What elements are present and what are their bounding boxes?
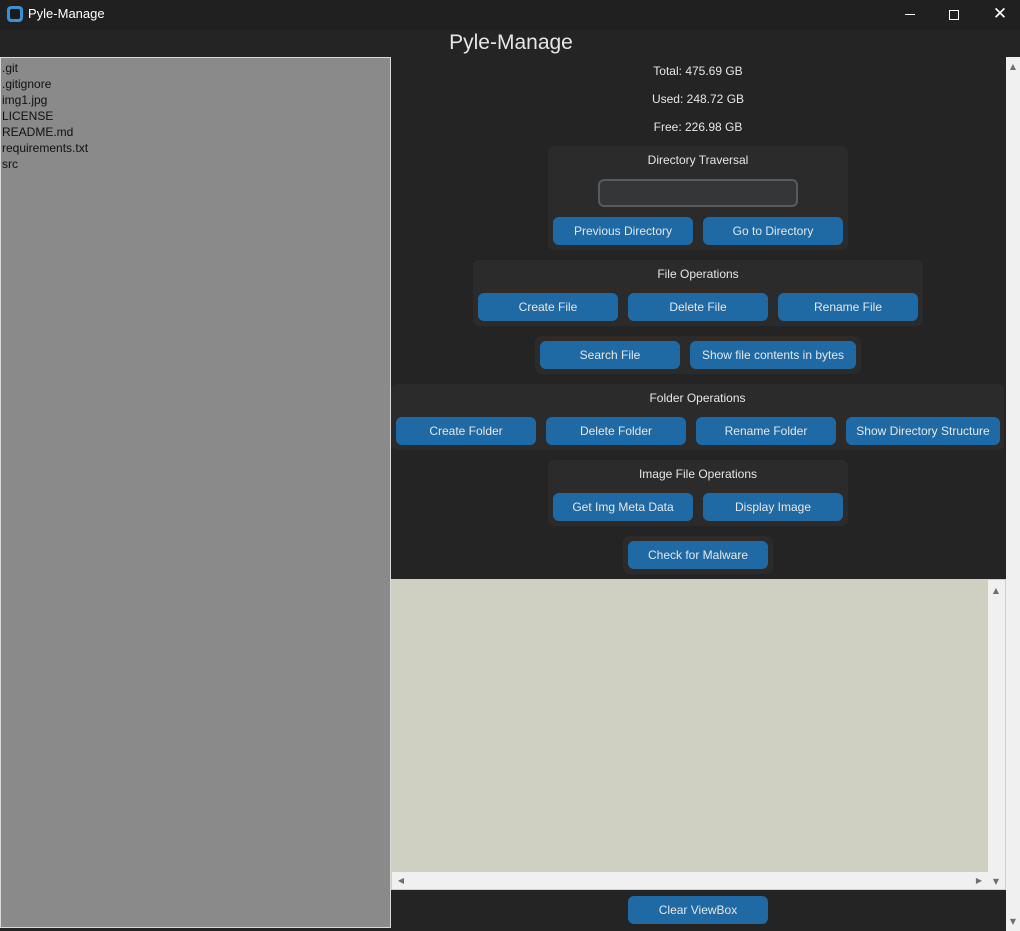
file-operations-frame: File Operations Create File Delete File … xyxy=(473,260,923,326)
file-list-item[interactable]: README.md xyxy=(1,124,390,140)
show-bytes-button[interactable]: Show file contents in bytes xyxy=(690,341,856,369)
maximize-button[interactable] xyxy=(931,0,977,29)
scroll-down-icon[interactable]: ▼ xyxy=(1006,914,1020,928)
show-directory-structure-button[interactable]: Show Directory Structure xyxy=(846,417,1000,445)
window-title: Pyle-Manage xyxy=(28,6,105,21)
file-list-item[interactable]: .git xyxy=(1,60,390,76)
go-to-directory-button[interactable]: Go to Directory xyxy=(703,217,843,245)
file-list-item[interactable]: requirements.txt xyxy=(1,140,390,156)
close-button[interactable]: ✕ xyxy=(977,0,1020,29)
scroll-up-icon[interactable]: ▲ xyxy=(1006,59,1020,73)
close-icon: ✕ xyxy=(992,4,1008,24)
delete-file-button[interactable]: Delete File xyxy=(628,293,768,321)
folder-operations-label: Folder Operations xyxy=(649,391,746,405)
view-box-horizontal-scrollbar[interactable]: ◀ ▶ xyxy=(392,872,988,889)
file-list[interactable]: .git .gitignore img1.jpg LICENSE README.… xyxy=(0,57,391,928)
file-extra-frame: Search File Show file contents in bytes xyxy=(535,336,861,374)
check-malware-button[interactable]: Check for Malware xyxy=(628,541,768,569)
scroll-down-icon[interactable]: ▼ xyxy=(989,874,1003,888)
rename-file-button[interactable]: Rename File xyxy=(778,293,918,321)
directory-traversal-frame: Directory Traversal Previous Directory G… xyxy=(548,146,848,250)
rename-folder-button[interactable]: Rename Folder xyxy=(696,417,836,445)
search-file-button[interactable]: Search File xyxy=(540,341,680,369)
directory-path-input[interactable] xyxy=(598,179,798,207)
folder-operations-frame: Folder Operations Create Folder Delete F… xyxy=(391,384,1004,450)
file-operations-label: File Operations xyxy=(657,267,739,281)
title-bar: Pyle-Manage ✕ xyxy=(0,0,1020,29)
image-operations-label: Image File Operations xyxy=(638,467,758,481)
minimize-icon xyxy=(905,14,915,15)
main-scrollbar[interactable]: ▲ ▼ xyxy=(1006,57,1020,931)
file-list-item[interactable]: .gitignore xyxy=(1,76,390,92)
previous-directory-button[interactable]: Previous Directory xyxy=(553,217,693,245)
create-file-button[interactable]: Create File xyxy=(478,293,618,321)
clear-viewbox-button[interactable]: Clear ViewBox xyxy=(628,896,768,924)
app-title: Pyle-Manage xyxy=(449,31,573,54)
view-box-vertical-scrollbar[interactable]: ▲ xyxy=(988,580,1005,889)
disk-total: Total: 475.69 GB xyxy=(653,64,743,78)
minimize-button[interactable] xyxy=(887,0,933,29)
disk-used: Used: 248.72 GB xyxy=(651,92,745,106)
malware-frame: Check for Malware xyxy=(623,536,773,574)
get-img-metadata-button[interactable]: Get Img Meta Data xyxy=(553,493,693,521)
scroll-left-icon[interactable]: ◀ xyxy=(394,873,408,887)
maximize-icon xyxy=(949,9,959,20)
display-image-button[interactable]: Display Image xyxy=(703,493,843,521)
create-folder-button[interactable]: Create Folder xyxy=(396,417,536,445)
directory-traversal-label: Directory Traversal xyxy=(647,153,749,167)
disk-free: Free: 226.98 GB xyxy=(653,120,743,134)
scroll-right-icon[interactable]: ▶ xyxy=(972,873,986,887)
file-list-item[interactable]: img1.jpg xyxy=(1,92,390,108)
delete-folder-button[interactable]: Delete Folder xyxy=(546,417,686,445)
file-list-item[interactable]: LICENSE xyxy=(1,108,390,124)
file-list-item[interactable]: src xyxy=(1,156,390,172)
view-box[interactable]: ▲ ◀ ▶ ▼ xyxy=(391,579,1006,890)
app-icon xyxy=(7,6,23,22)
image-operations-frame: Image File Operations Get Img Meta Data … xyxy=(548,460,848,526)
scroll-up-icon[interactable]: ▲ xyxy=(989,583,1003,597)
